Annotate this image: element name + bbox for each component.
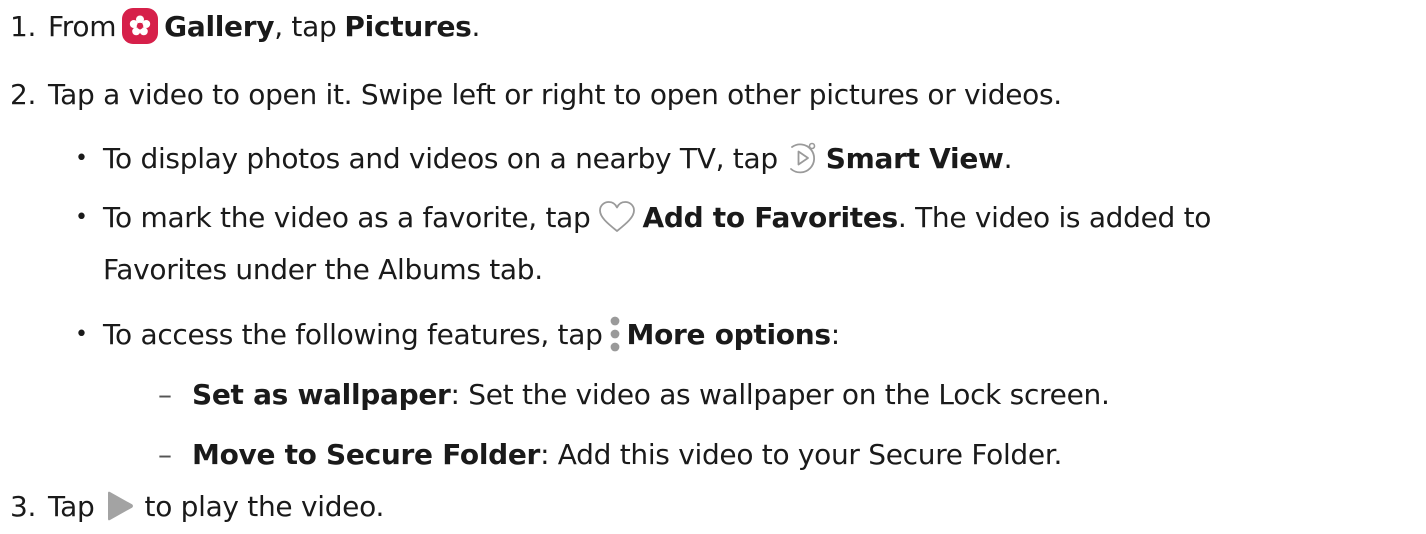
- smart-view-icon: [784, 140, 820, 176]
- step-2: 2. Tap a video to open it. Swipe left or…: [10, 74, 1062, 114]
- dash-marker: –: [158, 437, 172, 471]
- bullet-text: Favorites under the Albums tab.: [103, 252, 543, 286]
- step-number: 1.: [10, 9, 37, 43]
- step-text: Tap a video to open it. Swipe left or ri…: [48, 77, 1062, 111]
- step-1: 1. From Gallery , tap Pictures .: [10, 6, 480, 46]
- bullet-favorites: • To mark the video as a favorite, tap A…: [75, 197, 1211, 237]
- more-options-icon: [609, 314, 621, 354]
- step-text: , tap: [274, 9, 337, 43]
- subitem-move-to-secure-folder: – Move to Secure Folder : Add this video…: [158, 434, 1062, 474]
- add-to-favorites-label: Add to Favorites: [642, 200, 899, 234]
- bullet-more-options: • To access the following features, tap …: [75, 314, 840, 354]
- step-text: to play the video.: [144, 489, 385, 523]
- bullet-favorites-continuation: Favorites under the Albums tab.: [103, 249, 543, 289]
- step-text: From: [48, 9, 117, 43]
- play-icon: [105, 490, 135, 522]
- more-options-label: More options: [626, 317, 831, 351]
- bullet-text: To display photos and videos on a nearby…: [103, 141, 778, 175]
- bullet-marker: •: [75, 204, 88, 230]
- subitem-text: : Add this video to your Secure Folder.: [540, 437, 1063, 471]
- subitem-set-as-wallpaper: – Set as wallpaper : Set the video as wa…: [158, 374, 1110, 414]
- subitem-text: : Set the video as wallpaper on the Lock…: [450, 377, 1110, 411]
- gallery-app-icon: [122, 8, 159, 44]
- heart-icon: [597, 200, 637, 234]
- dash-marker: –: [158, 377, 172, 411]
- step-number: 3.: [10, 489, 37, 523]
- bullet-marker: •: [75, 321, 88, 347]
- step-text: Tap: [48, 489, 95, 523]
- bullet-text: .: [1003, 141, 1013, 175]
- bullet-smart-view: • To display photos and videos on a near…: [75, 138, 1013, 178]
- move-to-secure-folder-label: Move to Secure Folder: [192, 437, 541, 471]
- step-3: 3. Tap to play the video.: [10, 486, 384, 526]
- smart-view-label: Smart View: [825, 141, 1004, 175]
- bullet-text: To mark the video as a favorite, tap: [103, 200, 591, 234]
- step-text: .: [471, 9, 481, 43]
- pictures-label: Pictures: [344, 9, 472, 43]
- gallery-label: Gallery: [164, 9, 275, 43]
- bullet-text: . The video is added to: [897, 200, 1212, 234]
- step-number: 2.: [10, 77, 37, 111]
- bullet-marker: •: [75, 145, 88, 171]
- set-as-wallpaper-label: Set as wallpaper: [192, 377, 451, 411]
- bullet-text: :: [830, 317, 840, 351]
- bullet-text: To access the following features, tap: [103, 317, 603, 351]
